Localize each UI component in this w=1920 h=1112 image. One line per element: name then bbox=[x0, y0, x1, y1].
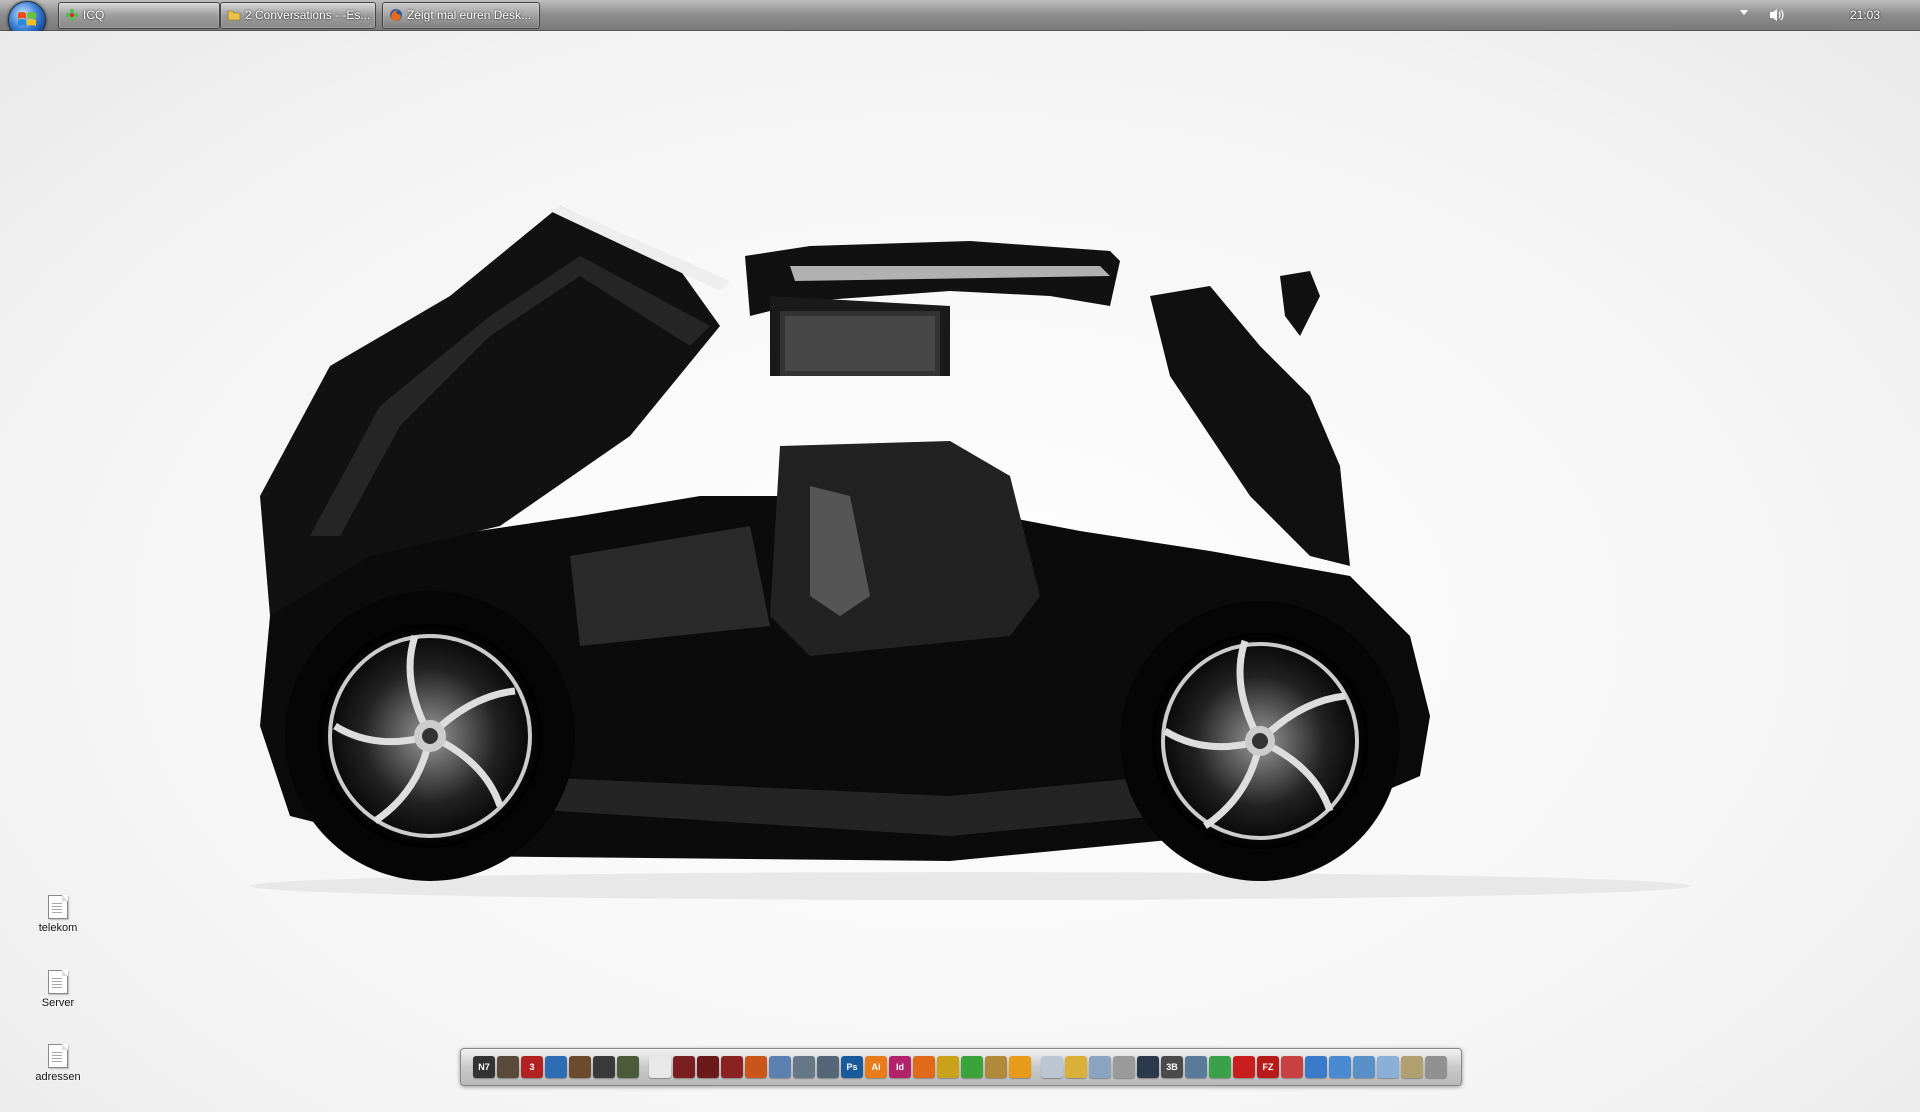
dock-app-x-icon[interactable] bbox=[985, 1056, 1007, 1078]
dock-plane-app-icon[interactable] bbox=[673, 1056, 695, 1078]
text-file-icon bbox=[48, 895, 68, 919]
dock-orange-game-icon[interactable] bbox=[745, 1056, 767, 1078]
taskbar-label: Zeigt mal euren Desk... bbox=[407, 8, 532, 22]
dock-ventrilo-icon[interactable]: 3B bbox=[1161, 1056, 1183, 1078]
dock-separator bbox=[641, 1056, 647, 1078]
desktop-icon-telekom[interactable]: telekom bbox=[30, 895, 86, 934]
dock-icons: N7 3 Ps Ai Id 3B FZ bbox=[473, 1056, 1447, 1078]
folder-icon bbox=[227, 10, 241, 21]
wheel bbox=[1120, 601, 1400, 881]
dock-document-app-icon[interactable] bbox=[649, 1056, 671, 1078]
dock-icq-icon[interactable] bbox=[961, 1056, 983, 1078]
taskbar: ICQ 2 Conversations - -Es... Zeigt mal e… bbox=[0, 0, 1920, 39]
dock-window-app-icon[interactable] bbox=[1041, 1056, 1063, 1078]
dock-photoshop-icon[interactable]: Ps bbox=[841, 1056, 863, 1078]
taskbar-button-conversations[interactable]: 2 Conversations - -Es... bbox=[220, 2, 376, 29]
dock-filezilla-icon[interactable]: FZ bbox=[1257, 1056, 1279, 1078]
dock-avira-icon[interactable] bbox=[1233, 1056, 1255, 1078]
dock-app-lightning-icon[interactable] bbox=[937, 1056, 959, 1078]
dock-globe-app-2-icon[interactable] bbox=[1329, 1056, 1351, 1078]
desktop-icon-label: Server bbox=[41, 997, 75, 1009]
clock[interactable]: 21:03 bbox=[1850, 8, 1880, 22]
taskbar-label: ICQ bbox=[83, 8, 105, 22]
dock-network-app-icon[interactable] bbox=[769, 1056, 791, 1078]
car-wallpaper-image bbox=[250, 206, 1690, 900]
dock-game-3-icon[interactable]: 3 bbox=[521, 1056, 543, 1078]
dock-plane-app-3-icon[interactable] bbox=[721, 1056, 743, 1078]
taskbar-label: 2 Conversations - -Es... bbox=[245, 8, 371, 22]
dock-teamspeak-icon[interactable] bbox=[1185, 1056, 1207, 1078]
dock-mail-app-icon[interactable] bbox=[1377, 1056, 1399, 1078]
dock-separator bbox=[1033, 1056, 1039, 1078]
desktop-icon-label: telekom bbox=[38, 922, 78, 934]
dock-tools-app-icon[interactable] bbox=[1401, 1056, 1423, 1078]
dock-pdf-app-icon[interactable] bbox=[1281, 1056, 1303, 1078]
show-hidden-icons-icon[interactable] bbox=[1740, 10, 1748, 15]
document-file-icon bbox=[48, 1044, 68, 1068]
desktop-icon-server[interactable]: Server bbox=[30, 970, 86, 1009]
desktop-icon-adressen[interactable]: adressen bbox=[30, 1044, 86, 1083]
dock-person-app-icon[interactable] bbox=[1089, 1056, 1111, 1078]
dock-network-app-2-icon[interactable] bbox=[1353, 1056, 1375, 1078]
dock-sync-app-icon[interactable] bbox=[1305, 1056, 1327, 1078]
dock-steam-icon[interactable] bbox=[1137, 1056, 1159, 1078]
desktop-wallpaper: telekom Server adressen N7 3 Ps Ai Id 3B FZ bbox=[0, 31, 1920, 1112]
dock-game-app-3-icon[interactable] bbox=[593, 1056, 615, 1078]
icq-flower-icon bbox=[65, 8, 79, 22]
windows-logo-icon bbox=[18, 12, 36, 26]
dock-jet-app-icon[interactable] bbox=[793, 1056, 815, 1078]
dock-indesign-icon[interactable]: Id bbox=[889, 1056, 911, 1078]
dock-globe-app-icon[interactable] bbox=[545, 1056, 567, 1078]
dock-mic-app-icon[interactable] bbox=[1113, 1056, 1135, 1078]
system-tray: 21:03 bbox=[1660, 0, 1920, 30]
dock-mass-effect-n7-icon[interactable]: N7 bbox=[473, 1056, 495, 1078]
taskbar-button-icq[interactable]: ICQ bbox=[58, 2, 220, 29]
dock-game-app-icon[interactable] bbox=[497, 1056, 519, 1078]
dock-orange-ball-icon[interactable] bbox=[1009, 1056, 1031, 1078]
dock-plane-app-2-icon[interactable] bbox=[697, 1056, 719, 1078]
dock-folder-app-icon[interactable] bbox=[1065, 1056, 1087, 1078]
dock-jet-app-2-icon[interactable] bbox=[817, 1056, 839, 1078]
taskbar-button-firefox[interactable]: Zeigt mal euren Desk... bbox=[382, 2, 540, 29]
firefox-icon bbox=[390, 9, 402, 21]
dock-settings-app-icon[interactable] bbox=[1425, 1056, 1447, 1078]
wheel bbox=[285, 591, 575, 881]
application-dock: N7 3 Ps Ai Id 3B FZ bbox=[460, 1048, 1462, 1086]
text-file-icon bbox=[48, 970, 68, 994]
dock-world-of-tanks-icon[interactable] bbox=[617, 1056, 639, 1078]
dock-utorrent-icon[interactable] bbox=[1209, 1056, 1231, 1078]
dock-firefox-icon[interactable] bbox=[913, 1056, 935, 1078]
dock-game-app-2-icon[interactable] bbox=[569, 1056, 591, 1078]
speaker-icon[interactable] bbox=[1768, 7, 1786, 23]
dock-illustrator-icon[interactable]: Ai bbox=[865, 1056, 887, 1078]
desktop-icon-label: adressen bbox=[35, 1071, 81, 1083]
